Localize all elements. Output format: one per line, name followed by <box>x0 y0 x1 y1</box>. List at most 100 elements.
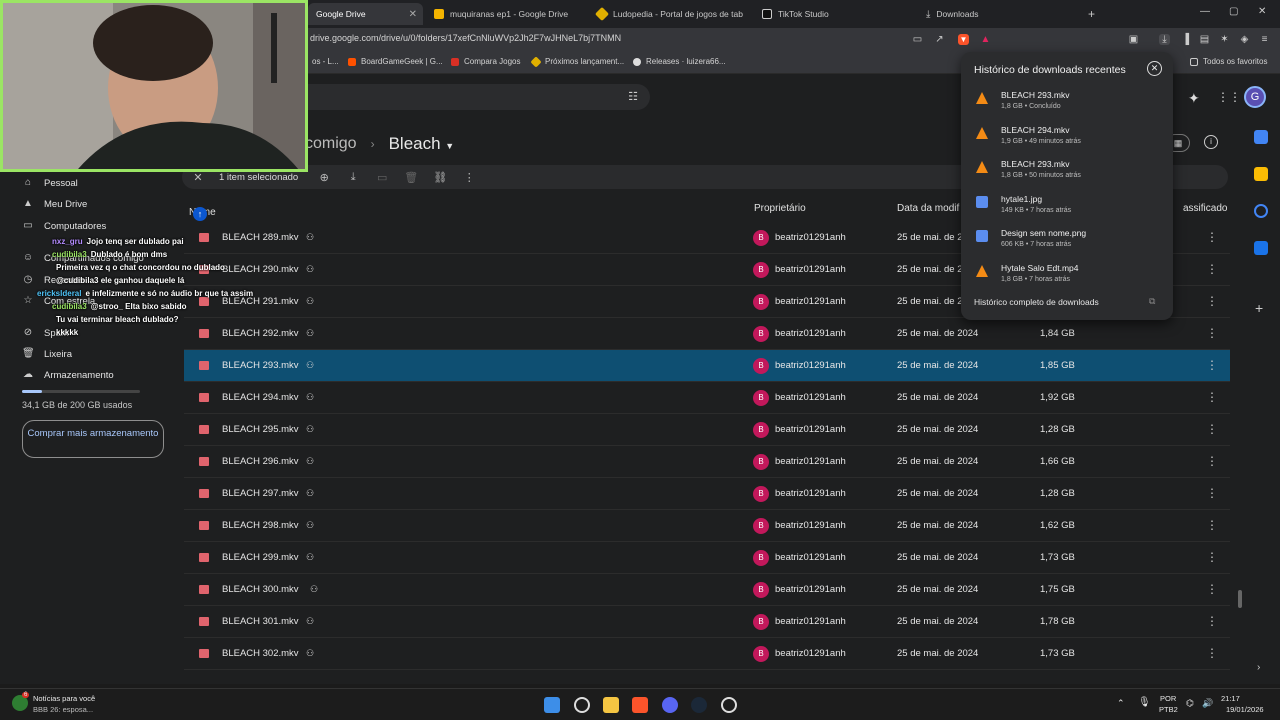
row-more-icon[interactable]: ⋮ <box>1206 454 1218 468</box>
sidebar-item-pessoal[interactable]: ⌂ Pessoal <box>22 177 78 189</box>
sort-asc-icon[interactable]: ↑ <box>193 207 207 221</box>
gemini-icon[interactable]: ✦ <box>1188 90 1200 107</box>
file-row[interactable]: BLEACH 302.mkv ⚇ Bbeatriz01291anh 25 de mai… <box>184 638 1230 670</box>
file-row[interactable]: BLEACH 300.mkv ⚇ Bbeatriz01291anh 25 de mai… <box>184 574 1230 606</box>
link-icon[interactable]: ⛓ <box>432 171 448 184</box>
row-more-icon[interactable]: ⋮ <box>1206 486 1218 500</box>
col-owner[interactable]: Proprietário <box>754 203 806 214</box>
downloads-toolbar-icon[interactable]: ⤓ <box>1159 34 1170 45</box>
row-more-icon[interactable]: ⋮ <box>1206 230 1218 244</box>
account-avatar[interactable]: G <box>1244 86 1266 108</box>
bookmark-item[interactable]: Releases · luizera66... <box>633 57 726 66</box>
download-item[interactable]: Hytale Salo Edt.mp4 1,8 GB • 7 horas atrá… <box>976 261 1166 293</box>
tab-downloads[interactable]: ⤓ Downloads <box>926 3 1076 25</box>
file-row[interactable]: BLEACH 292.mkv ⚇ Bbeatriz01291anh 25 de mai… <box>184 318 1230 350</box>
network-icon[interactable]: ⌬ <box>1186 698 1194 709</box>
row-more-icon[interactable]: ⋮ <box>1206 326 1218 340</box>
maximize-icon[interactable]: ▢ <box>1229 6 1238 17</box>
close-icon[interactable]: ✕ <box>1147 61 1162 76</box>
sidebar-item-lixeira[interactable]: 🗑 Lixeira <box>22 348 72 360</box>
new-tab-button[interactable]: + <box>1088 3 1095 25</box>
clock-time[interactable]: 21:17 <box>1221 694 1240 703</box>
cast-icon[interactable]: ▭ <box>912 34 923 45</box>
bookmark-item[interactable]: os - L... <box>312 57 339 66</box>
brave-browser-icon[interactable] <box>632 697 648 713</box>
keep-icon[interactable] <box>1254 167 1268 181</box>
tasks-icon[interactable] <box>1254 204 1268 218</box>
brave-shield-icon[interactable]: ▼ <box>958 34 969 45</box>
search-options-icon[interactable]: ☷ <box>628 90 638 103</box>
download-icon[interactable]: ⤓ <box>345 171 361 184</box>
bookmark-item[interactable]: BoardGameGeek | G... <box>348 57 443 66</box>
apps-grid-icon[interactable]: ⋮⋮ <box>1217 90 1241 104</box>
close-window-icon[interactable]: ✕ <box>1258 6 1266 17</box>
volume-icon[interactable]: 🔊 <box>1202 698 1213 709</box>
minimize-icon[interactable]: — <box>1200 6 1210 17</box>
sidebar-toggle-icon[interactable]: ▐ <box>1180 34 1191 45</box>
row-more-icon[interactable]: ⋮ <box>1206 550 1218 564</box>
info-icon[interactable]: i <box>1204 135 1218 149</box>
row-more-icon[interactable]: ⋮ <box>1206 358 1218 372</box>
sidebar-item-meu-drive[interactable]: ▲ Meu Drive <box>22 198 87 210</box>
sidebar-item-armazenamento[interactable]: ☁ Armazenamento <box>22 369 114 381</box>
collapse-panel-icon[interactable]: › <box>1257 662 1260 673</box>
chevron-up-icon[interactable]: ⌃ <box>1117 698 1125 709</box>
sidebar-item-computadores[interactable]: ▭ Computadores <box>22 220 106 232</box>
file-row[interactable]: BLEACH 297.mkv ⚇ Bbeatriz01291anh 25 de mai… <box>184 478 1230 510</box>
open-external-icon[interactable]: ⧉ <box>1149 296 1155 307</box>
keyboard-layout[interactable]: PTB2 <box>1159 705 1178 714</box>
add-addon-icon[interactable]: + <box>1255 300 1263 316</box>
full-history-link[interactable]: Histórico completo de downloads <box>974 297 1099 307</box>
download-item[interactable]: hytale1.jpg 149 KB • 7 horas atrás <box>976 192 1166 224</box>
file-row[interactable]: BLEACH 298.mkv ⚇ Bbeatriz01291anh 25 de mai… <box>184 510 1230 542</box>
wallet-icon[interactable]: ▣ <box>1128 34 1139 45</box>
file-row[interactable]: BLEACH 296.mkv ⚇ Bbeatriz01291anh 25 de mai… <box>184 446 1230 478</box>
tab-tiktok[interactable]: TikTok Studio <box>762 3 912 25</box>
wallet2-icon[interactable]: ▤ <box>1199 34 1210 45</box>
news-title[interactable]: Notícias para você <box>33 694 95 703</box>
download-item[interactable]: BLEACH 294.mkv 1,9 GB • 49 minutos atrás <box>976 123 1166 155</box>
row-more-icon[interactable]: ⋮ <box>1206 294 1218 308</box>
file-row[interactable]: BLEACH 294.mkv ⚇ Bbeatriz01291anh 25 de mai… <box>184 382 1230 414</box>
file-row[interactable]: BLEACH 293.mkv ⚇ Bbeatriz01291anh 25 de mai… <box>184 350 1230 382</box>
microphone-icon[interactable]: 🎙 <box>1138 697 1151 708</box>
all-bookmarks[interactable]: Todos os favoritos <box>1190 57 1267 66</box>
download-item[interactable]: Design sem nome.png 606 KB • 7 horas atrá… <box>976 226 1166 258</box>
share-icon[interactable]: ↗ <box>934 34 945 45</box>
trash-icon[interactable]: 🗑 <box>403 171 419 184</box>
search-icon[interactable] <box>574 697 590 713</box>
search-bar[interactable]: ☷ <box>300 84 650 110</box>
move-icon[interactable]: ▭ <box>374 171 390 184</box>
download-item[interactable]: BLEACH 293.mkv 1,8 GB • 50 minutos atrás <box>976 157 1166 189</box>
calendar-icon[interactable] <box>1254 130 1268 144</box>
row-more-icon[interactable]: ⋮ <box>1206 646 1218 660</box>
bookmark-item[interactable]: Próximos lançament... <box>530 55 624 68</box>
tab-ludopedia[interactable]: Ludopedia - Portal de jogos de tabul... <box>594 3 747 25</box>
breadcrumb-parent[interactable]: comigo <box>305 135 357 153</box>
news-subtitle[interactable]: BBB 26: esposa... <box>33 705 93 714</box>
language-indicator[interactable]: POR <box>1160 694 1176 703</box>
clock-date[interactable]: 19/01/2026 <box>1226 705 1264 714</box>
share-person-icon[interactable]: ⊕ <box>316 171 332 184</box>
url-field[interactable]: drive.google.com/drive/u/0/folders/17xef… <box>310 33 621 43</box>
row-more-icon[interactable]: ⋮ <box>1206 422 1218 436</box>
close-tab-icon[interactable]: ✕ <box>409 9 417 20</box>
discord-icon[interactable] <box>662 697 678 713</box>
menu-icon[interactable]: ≡ <box>1259 34 1270 45</box>
row-more-icon[interactable]: ⋮ <box>1206 262 1218 276</box>
tab-google-drive[interactable]: Google Drive ✕ <box>308 3 423 25</box>
obs-icon[interactable] <box>721 697 737 713</box>
row-more-icon[interactable]: ⋮ <box>1206 582 1218 596</box>
windows-start-icon[interactable] <box>544 697 560 713</box>
col-size[interactable]: assificado <box>1183 203 1227 214</box>
file-row[interactable]: BLEACH 295.mkv ⚇ Bbeatriz01291anh 25 de mai… <box>184 414 1230 446</box>
tab-muquiranas[interactable]: muquiranas ep1 - Google Drive <box>434 3 584 25</box>
row-more-icon[interactable]: ⋮ <box>1206 390 1218 404</box>
row-more-icon[interactable]: ⋮ <box>1206 518 1218 532</box>
file-row[interactable]: BLEACH 301.mkv ⚇ Bbeatriz01291anh 25 de mai… <box>184 606 1230 638</box>
contacts-icon[interactable] <box>1254 241 1268 255</box>
buy-storage-button[interactable]: Comprar mais armazenamento <box>22 420 164 458</box>
rewards-icon[interactable]: ▲ <box>980 34 991 45</box>
file-row[interactable]: BLEACH 299.mkv ⚇ Bbeatriz01291anh 25 de mai… <box>184 542 1230 574</box>
breadcrumb-current[interactable]: Bleach ▼ <box>389 134 455 154</box>
